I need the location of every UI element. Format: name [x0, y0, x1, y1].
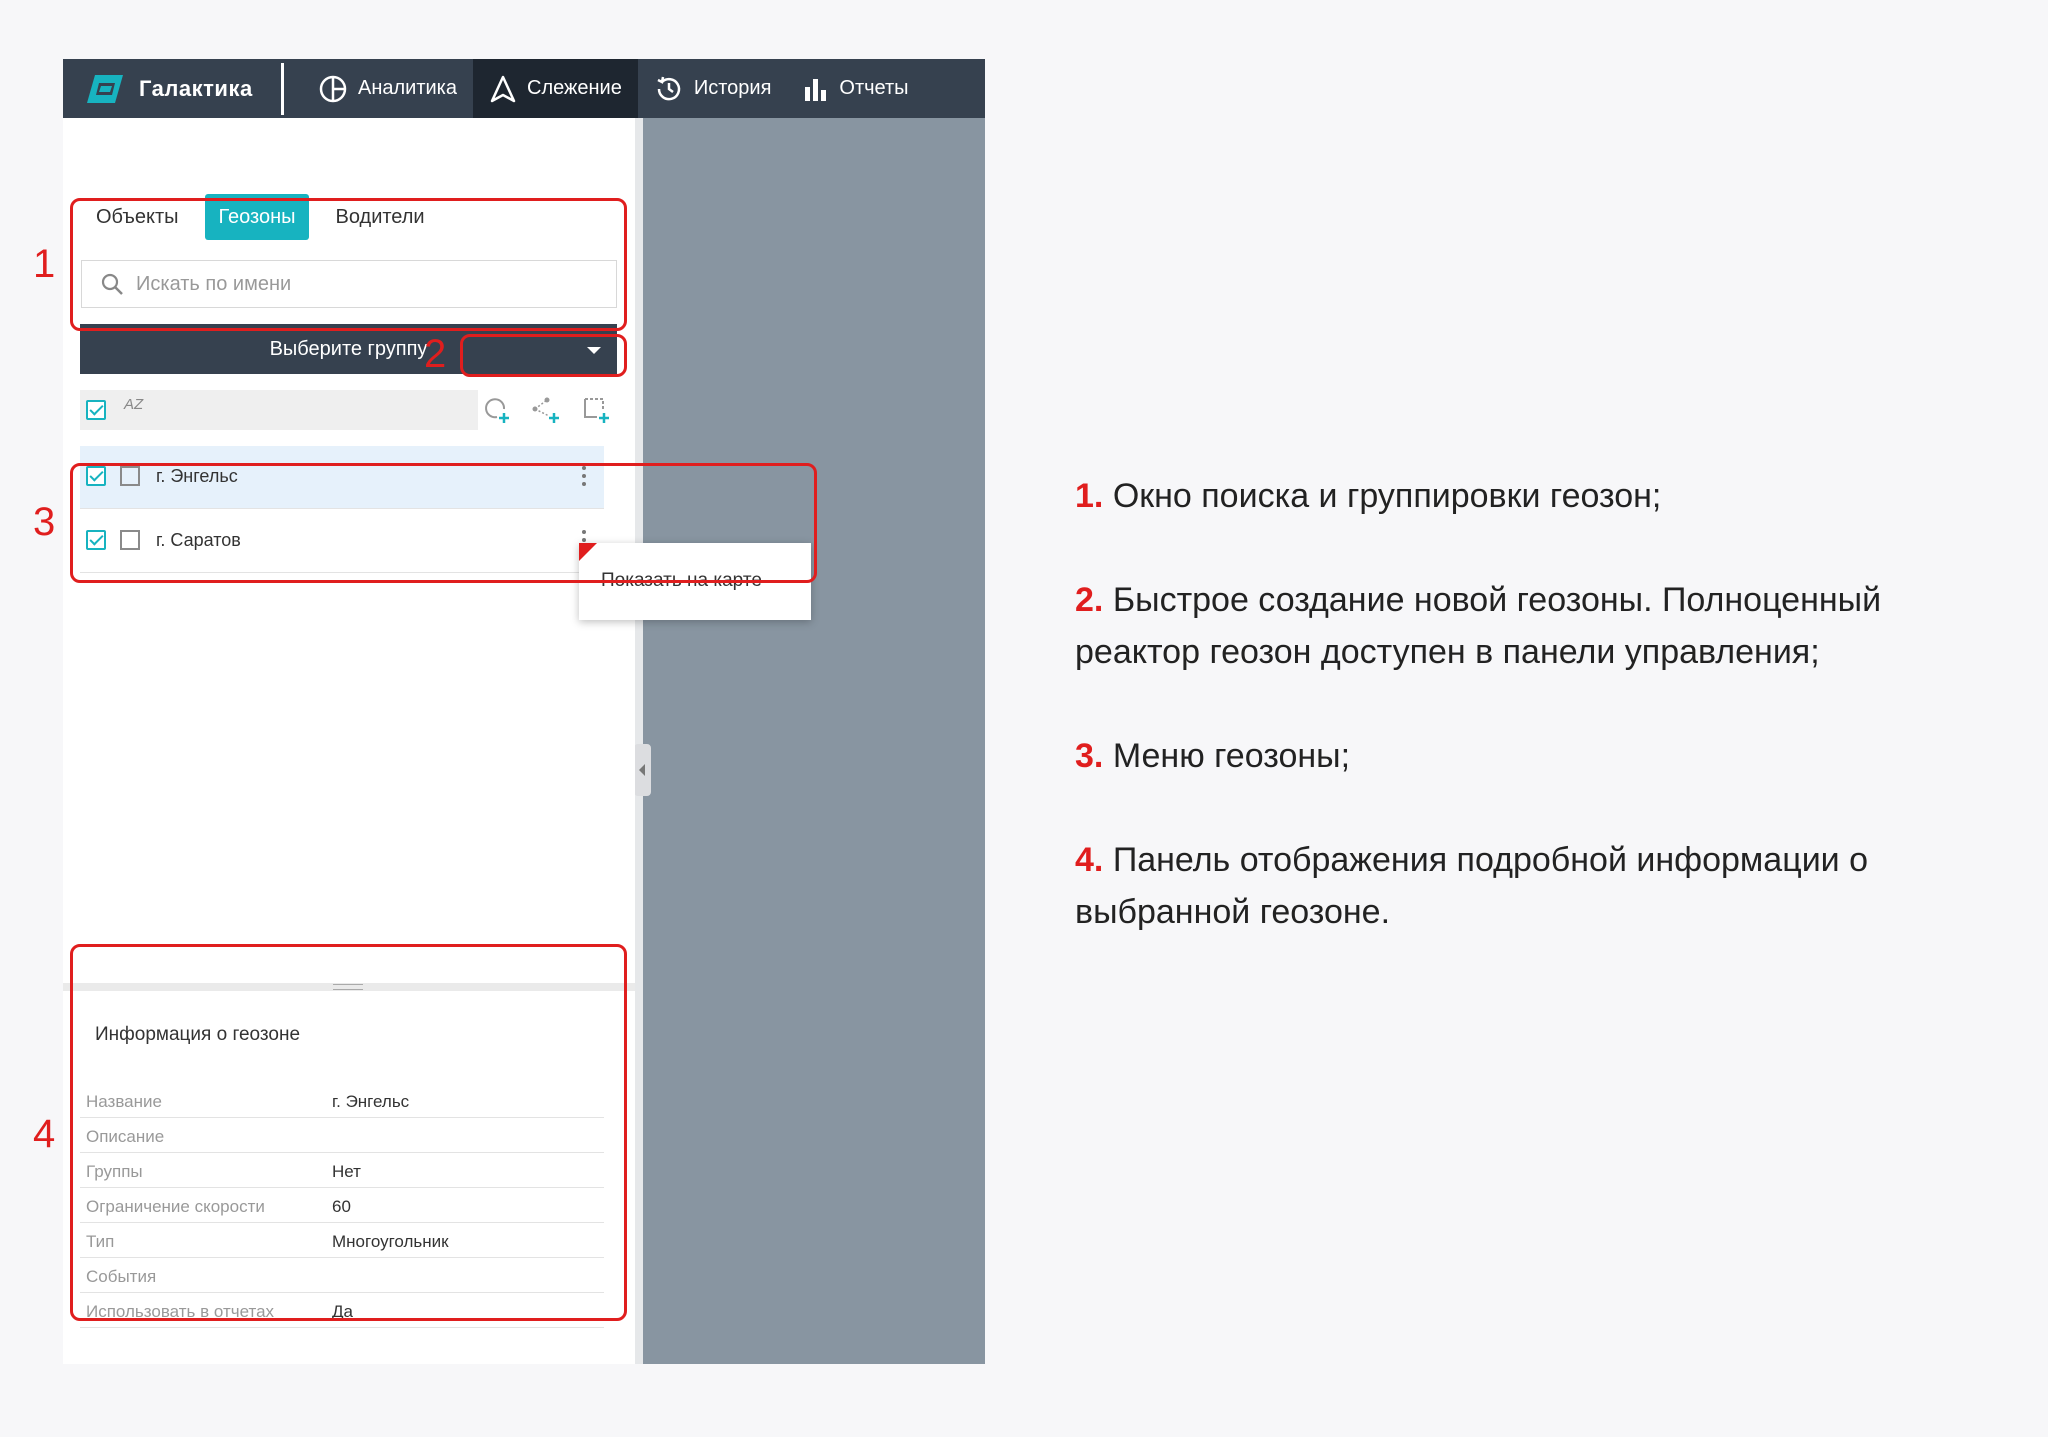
- tracking-arrow-icon: [490, 75, 516, 102]
- bar-chart-icon: [805, 78, 827, 101]
- nav-reports-label: Отчеты: [839, 77, 909, 99]
- highlight-box-4: [70, 944, 627, 1321]
- panel-splitter[interactable]: [635, 118, 643, 1364]
- nav-tracking-label: Слежение: [527, 77, 622, 99]
- nav-reports[interactable]: Отчеты: [787, 59, 924, 118]
- annotation-number-2: 2: [424, 332, 447, 376]
- group-select-label: Выберите группу: [269, 337, 428, 360]
- nav-tracking[interactable]: Слежение: [473, 59, 638, 118]
- top-nav: Галактика Аналитика Слежение История Отч…: [63, 59, 985, 118]
- nav-analytics[interactable]: Аналитика: [302, 59, 473, 118]
- description-item: 1. Окно поиска и группировки геозон;: [1075, 470, 2015, 522]
- annotation-number-1: 1: [33, 242, 56, 286]
- description-number: 4.: [1075, 841, 1104, 879]
- description-text: Быстрое создание новой геозоны. Полноцен…: [1075, 581, 1882, 671]
- description-item: 2. Быстрое создание новой геозоны. Полно…: [1075, 574, 2015, 678]
- description-text: Окно поиска и группировки геозон;: [1112, 477, 1662, 515]
- description-number: 2.: [1075, 581, 1104, 619]
- highlight-box-1: [70, 198, 627, 331]
- add-polygon-geozone-icon[interactable]: [581, 395, 611, 425]
- collapse-panel-handle[interactable]: [634, 744, 651, 796]
- add-circle-geozone-icon[interactable]: [481, 395, 511, 425]
- highlight-box-2: [460, 334, 627, 377]
- description-item: 4. Панель отображения подробной информац…: [1075, 834, 2015, 938]
- nav-analytics-label: Аналитика: [358, 77, 457, 99]
- add-line-geozone-icon[interactable]: [531, 395, 561, 425]
- galaktika-logo-icon: [87, 74, 123, 103]
- annotation-number-4: 4: [33, 1112, 56, 1156]
- description-text: Меню геозоны;: [1112, 737, 1351, 775]
- description-text: Панель отображения подробной информации …: [1075, 841, 1869, 931]
- list-toolbar: AZ: [80, 390, 478, 430]
- quick-create-tools: [471, 390, 621, 430]
- nav-divider: [281, 62, 284, 115]
- pie-chart-icon: [319, 75, 347, 102]
- description-number: 3.: [1075, 737, 1104, 775]
- history-clock-icon: [657, 76, 681, 100]
- annotation-number-3: 3: [33, 500, 56, 544]
- description-item: 3. Меню геозоны;: [1075, 730, 2015, 782]
- nav-history[interactable]: История: [638, 59, 788, 118]
- select-all-checkbox[interactable]: [86, 400, 106, 420]
- map-area[interactable]: [638, 118, 985, 1364]
- logo[interactable]: Галактика: [63, 59, 259, 118]
- description-number: 1.: [1075, 477, 1104, 515]
- logo-text: Галактика: [139, 75, 253, 101]
- highlight-box-3: [70, 463, 817, 583]
- nav-history-label: История: [693, 77, 772, 99]
- sort-az-button[interactable]: AZ: [124, 396, 143, 413]
- description-list: 1. Окно поиска и группировки геозон; 2. …: [1075, 470, 2015, 990]
